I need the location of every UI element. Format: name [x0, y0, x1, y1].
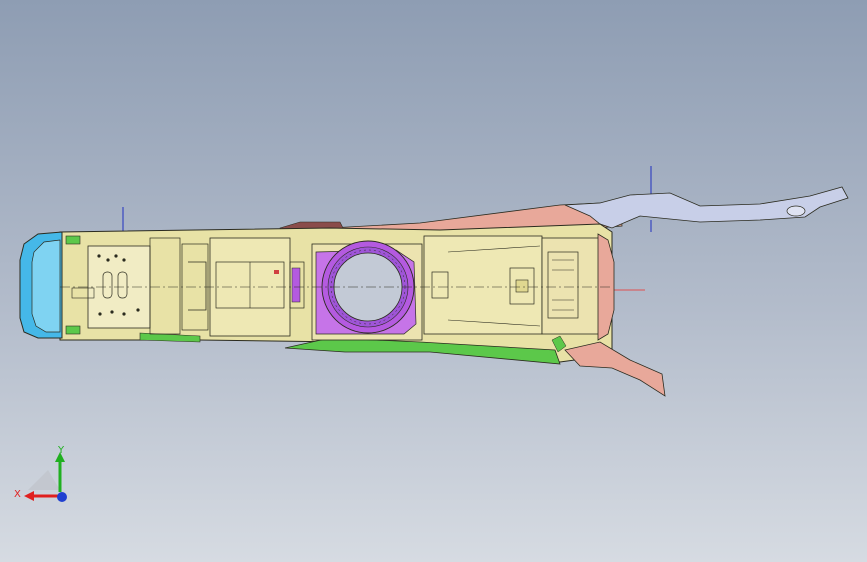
lower-salmon-cable[interactable] — [564, 341, 666, 397]
green-tab — [65, 235, 81, 245]
arm-tip — [786, 205, 806, 217]
wrist-housing[interactable] — [541, 237, 603, 335]
cyan-end-cap-inner — [31, 239, 61, 333]
triad-plane — [28, 470, 60, 490]
cad-viewport[interactable]: Y X — [0, 0, 867, 562]
lavender-arm[interactable] — [564, 186, 849, 229]
purple-slot — [291, 267, 301, 303]
green-tab-2 — [65, 325, 81, 335]
axis-triad: Y X — [14, 445, 67, 502]
robot-arm-drawing[interactable] — [0, 0, 867, 562]
elbow-connector-core — [515, 279, 529, 293]
status-led — [274, 270, 279, 274]
x-axis-arrow — [24, 491, 34, 501]
x-axis-label: X — [14, 489, 21, 500]
z-axis-dot — [57, 492, 67, 502]
y-axis-label: Y — [57, 445, 65, 456]
